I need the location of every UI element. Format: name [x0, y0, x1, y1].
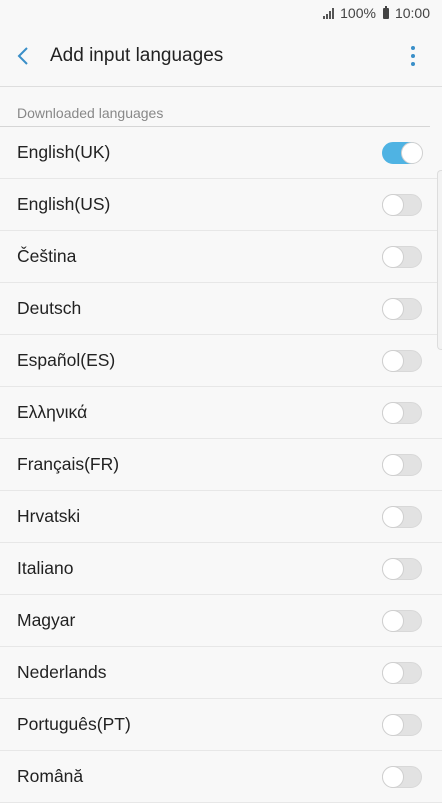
- language-label: Română: [17, 766, 84, 786]
- toggle-knob: [382, 297, 404, 320]
- language-label: Italiano: [17, 558, 74, 578]
- language-toggle[interactable]: [382, 661, 422, 684]
- language-toggle[interactable]: [382, 765, 422, 788]
- language-toggle[interactable]: [382, 609, 422, 632]
- toggle-knob: [382, 401, 404, 424]
- toggle-knob: [382, 245, 404, 268]
- more-options-button[interactable]: [398, 26, 428, 86]
- list-item[interactable]: Français(FR): [0, 439, 442, 491]
- language-list: English(UK) English(US) Čeština Deutsch Espa…: [0, 127, 442, 803]
- status-bar: 100% 10:00: [0, 0, 442, 26]
- list-item[interactable]: Čeština: [0, 231, 442, 283]
- language-toggle[interactable]: [382, 401, 422, 424]
- language-label: Čeština: [17, 246, 77, 266]
- list-item[interactable]: Italiano: [0, 543, 442, 595]
- language-label: Español(ES): [17, 350, 116, 370]
- language-toggle[interactable]: [382, 713, 422, 736]
- toggle-knob: [382, 349, 404, 372]
- language-toggle[interactable]: [382, 141, 423, 164]
- language-label: Nederlands: [17, 662, 107, 682]
- battery-icon: [382, 5, 389, 19]
- language-label: Hrvatski: [17, 506, 81, 526]
- clock: 10:00: [394, 5, 430, 21]
- list-item[interactable]: Hrvatski: [0, 491, 442, 543]
- toggle-knob: [382, 557, 404, 580]
- language-label: English(US): [17, 194, 111, 214]
- language-toggle[interactable]: [382, 557, 422, 580]
- language-toggle[interactable]: [382, 349, 422, 372]
- language-label: Português(PT): [17, 714, 131, 734]
- toggle-knob: [382, 713, 404, 736]
- list-item[interactable]: Ελληνικά: [0, 387, 442, 439]
- toggle-knob: [382, 661, 404, 684]
- scroll-indicator[interactable]: [437, 170, 442, 350]
- signal-icon: [323, 7, 335, 19]
- list-item[interactable]: Română: [0, 751, 442, 803]
- list-item[interactable]: Nederlands: [0, 647, 442, 699]
- toggle-knob: [382, 765, 404, 788]
- toggle-knob: [382, 505, 404, 528]
- language-label: Deutsch: [17, 298, 82, 318]
- language-toggle[interactable]: [382, 297, 422, 320]
- language-toggle[interactable]: [382, 453, 422, 476]
- list-item[interactable]: Magyar: [0, 595, 442, 647]
- list-item[interactable]: English(UK): [0, 127, 442, 179]
- language-toggle[interactable]: [382, 245, 422, 268]
- language-label: Français(FR): [17, 454, 120, 474]
- toggle-knob: [382, 453, 404, 476]
- chevron-left-icon: [17, 47, 28, 65]
- back-button[interactable]: [0, 26, 46, 86]
- list-item[interactable]: English(US): [0, 179, 442, 231]
- language-toggle[interactable]: [382, 193, 422, 216]
- more-vert-icon: [411, 46, 415, 50]
- toggle-knob: [382, 609, 404, 632]
- app-bar: Add input languages: [0, 26, 442, 86]
- battery-percent: 100%: [340, 5, 376, 21]
- section-header: Downloaded languages: [0, 87, 430, 127]
- language-label: Ελληνικά: [17, 402, 88, 422]
- language-toggle[interactable]: [382, 505, 422, 528]
- list-item[interactable]: Español(ES): [0, 335, 442, 387]
- language-label: Magyar: [17, 610, 76, 630]
- toggle-knob: [401, 141, 423, 164]
- toggle-knob: [382, 193, 404, 216]
- list-item[interactable]: Deutsch: [0, 283, 442, 335]
- list-item[interactable]: Português(PT): [0, 699, 442, 751]
- language-label: English(UK): [17, 142, 111, 162]
- page-title: Add input languages: [50, 45, 224, 66]
